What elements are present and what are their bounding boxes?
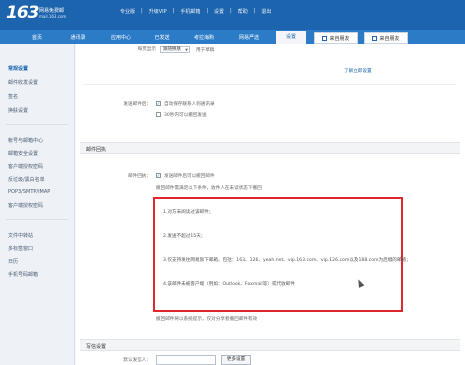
nav-pro[interactable]: 专业版 bbox=[120, 8, 135, 15]
skin-select-value: 跟随换肤 bbox=[163, 47, 181, 52]
sidebar-item-security[interactable]: 邮箱安全设置 bbox=[8, 150, 38, 157]
tab-settings[interactable]: 设置 bbox=[276, 31, 306, 44]
tab-message-2-label: 来自朋友 bbox=[379, 36, 400, 42]
row-label: 每页显示 bbox=[137, 47, 156, 52]
recall-label: 邮件回执： bbox=[128, 174, 151, 179]
sidebar-item-client[interactable]: 客户端授权密码 bbox=[8, 202, 43, 209]
recall-checkbox[interactable]: ✓ bbox=[156, 173, 161, 178]
section-title: 邮件回执 bbox=[86, 147, 107, 153]
tab-bar: 首页 通讯录 应用中心 已发送 考拉海购 网易严选 设置 来自朋友 来自朋友 bbox=[0, 30, 465, 44]
section-header-compose: 写信设置 bbox=[80, 339, 460, 351]
sidebar-item-mail-send[interactable]: 邮件收发设置 bbox=[8, 79, 38, 86]
tab-kaola[interactable]: 考拉海购 bbox=[185, 32, 223, 44]
nav-settings[interactable]: 设置 bbox=[214, 8, 224, 15]
sidebar-item-calendar[interactable]: 日历 bbox=[8, 258, 18, 265]
section-header: 邮件回执 bbox=[80, 142, 460, 154]
condition-1: 1.对方未阅读过该邮件； bbox=[163, 210, 214, 215]
section-title-compose: 写信设置 bbox=[86, 344, 107, 350]
divider bbox=[84, 84, 456, 85]
divider bbox=[6, 124, 68, 125]
tab-apps[interactable]: 应用中心 bbox=[102, 32, 140, 44]
condition-2: 2.发送不超过15天； bbox=[163, 234, 206, 239]
more-settings-button[interactable]: 更多设置 bbox=[221, 355, 251, 365]
sidebar-item-phone[interactable]: 手机号码邮箱 bbox=[8, 271, 38, 278]
recall-bottom-note: 撤回邮件将以系统提示，仅对分享者撤回邮件有效 bbox=[156, 317, 258, 322]
sidebar-item-account[interactable]: 帐号与邮箱中心 bbox=[8, 137, 43, 144]
logo-text: 网易免费邮 bbox=[39, 8, 65, 14]
checkbox-icon bbox=[322, 36, 328, 41]
divider bbox=[6, 219, 68, 220]
nav-logout[interactable]: 退出 bbox=[261, 8, 271, 15]
tab-home[interactable]: 首页 bbox=[22, 32, 52, 44]
note-text: 用于草稿 bbox=[196, 48, 215, 53]
sidebar-item-general[interactable]: 常规设置 bbox=[8, 65, 28, 72]
top-bar: 163 网易免费邮 mail.163.com 专业版 | 升级VIP | 手机邮箱 |… bbox=[0, 0, 465, 30]
recall-checkbox-text: 发送邮件后可以撤回邮件 bbox=[164, 174, 215, 179]
sender-label: 默认发信人： bbox=[123, 358, 151, 363]
sidebar-item-auth[interactable]: 客户端授权密码 bbox=[8, 163, 43, 170]
settings-link[interactable]: 了解立即设置 bbox=[344, 68, 372, 74]
sidebar: 常规设置 邮件收发设置 签名 换肤设置 帐号与邮箱中心 邮箱安全设置 客户端授权… bbox=[0, 44, 75, 365]
sidebar-item-signature[interactable]: 签名 bbox=[8, 93, 18, 100]
sidebar-item-multitab[interactable]: 多标签窗口 bbox=[8, 245, 33, 252]
auto-save-label: 发送邮件后： bbox=[123, 102, 151, 107]
sender-input[interactable] bbox=[156, 355, 216, 365]
auto-save-text: 自动保存联系人到通讯录 bbox=[164, 102, 215, 107]
highlight-box: 1.对方未阅读过该邮件； 2.发送不超过15天； 3.仅支持发往网易旗下邮箱，包… bbox=[153, 197, 411, 312]
logo-number: 163 bbox=[6, 3, 39, 23]
logo-domain: mail.163.com bbox=[39, 14, 67, 19]
recall-desc: 撤回邮件需满足以下条件，收件人在未读状态下撤回 bbox=[156, 186, 262, 191]
settings-panel: 每页显示 跟随换肤 ▼ 用于草稿 了解立即设置 发送邮件后： ✓ 自动保存联系人到… bbox=[76, 44, 465, 365]
condition-3: 3.仅支持发往网易旗下邮箱，包括：163、126、yeah.net、vip.16… bbox=[163, 258, 411, 263]
tab-message-1[interactable]: 来自朋友 bbox=[314, 32, 358, 44]
auto-save-checkbox[interactable]: ✓ bbox=[156, 101, 161, 106]
nav-help[interactable]: 帮助 bbox=[238, 8, 248, 15]
skin-select[interactable]: 跟随换肤 ▼ bbox=[160, 46, 190, 53]
chevron-down-icon: ▼ bbox=[185, 48, 188, 52]
tab-contacts[interactable]: 通讯录 bbox=[60, 32, 96, 44]
checkbox-icon bbox=[372, 36, 378, 41]
top-nav: 专业版 | 升级VIP | 手机邮箱 | 设置 | 帮助 | 退出 bbox=[120, 8, 272, 15]
tab-sent[interactable]: 已发送 bbox=[146, 32, 178, 44]
sidebar-item-pop3[interactable]: POP3/SMTP/IMAP bbox=[8, 189, 50, 195]
delay-checkbox[interactable] bbox=[156, 112, 161, 117]
condition-4: 4.该邮件未被客户端（例如：Outlook、Foxmail等）或代收邮件 bbox=[163, 282, 295, 287]
tab-yanxuan[interactable]: 网易严选 bbox=[230, 32, 268, 44]
sidebar-item-spam[interactable]: 反垃圾/黑白名单 bbox=[8, 176, 45, 183]
nav-vip[interactable]: 升级VIP bbox=[149, 8, 167, 15]
nav-mobile[interactable]: 手机邮箱 bbox=[180, 8, 200, 15]
tab-message-2[interactable]: 来自朋友 bbox=[364, 32, 408, 44]
logo[interactable]: 163 网易免费邮 mail.163.com bbox=[6, 3, 66, 23]
sidebar-item-skin[interactable]: 换肤设置 bbox=[8, 107, 28, 114]
delay-text: 30秒内可以撤回发送 bbox=[164, 113, 207, 118]
tab-message-1-label: 来自朋友 bbox=[329, 36, 350, 42]
sidebar-item-files[interactable]: 文件中转站 bbox=[8, 232, 33, 239]
